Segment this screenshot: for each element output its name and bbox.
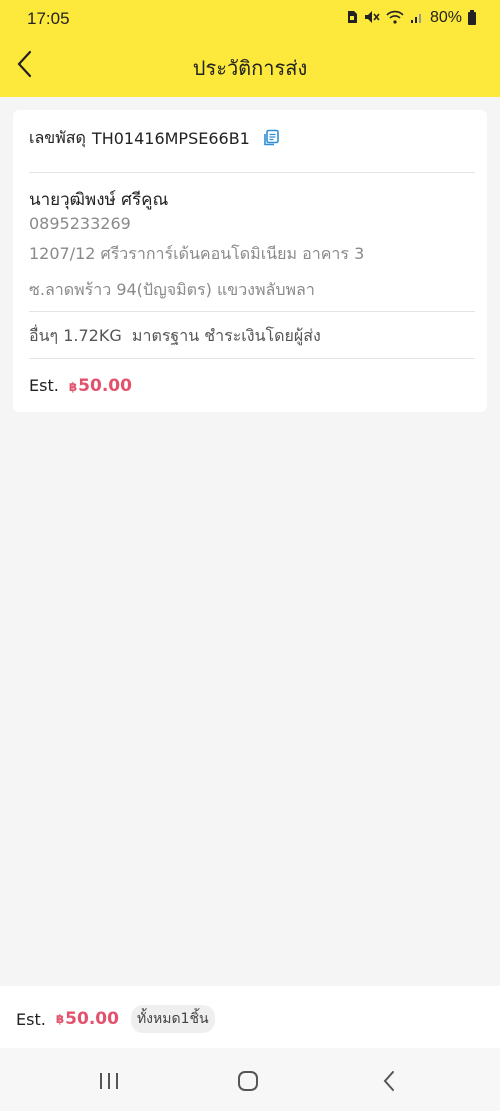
tracking-row: เลขพัสดุ TH01416MPSE66B1 xyxy=(29,125,471,151)
system-back-button[interactable] xyxy=(374,1066,404,1096)
recent-apps-icon xyxy=(100,1073,118,1089)
home-icon xyxy=(238,1071,258,1091)
address-line-2: ซ.ลาดพร้าว 94(ปัญจมิตร) แขวงพลับพลา xyxy=(29,280,315,299)
signal-icon xyxy=(410,10,424,27)
status-time: 17:05 xyxy=(27,9,70,28)
page-header: ประวัติการส่ง xyxy=(0,36,500,97)
recent-apps-button[interactable] xyxy=(94,1066,124,1096)
currency-symbol: ฿ xyxy=(68,380,78,394)
status-bar: 17:05 80% xyxy=(0,0,500,36)
item-count-badge: ทั้งหมด1ชิ้น xyxy=(130,1005,215,1033)
wifi-icon xyxy=(386,10,404,27)
battery-percent: 80% xyxy=(429,9,462,26)
address-line-1: 1207/12 ศรีวราการ์เด้นคอนโดมิเนียม อาคาร… xyxy=(29,244,365,263)
back-icon xyxy=(383,1071,394,1091)
estimate-amount: 50.00 xyxy=(78,376,132,396)
summary-amount: 50.00 xyxy=(65,1009,119,1029)
recipient-name: นายวุฒิพงษ์ ศรีคูณ xyxy=(29,190,169,210)
divider xyxy=(29,172,475,173)
mute-icon xyxy=(364,10,380,27)
header-bar: 17:05 80% ประวัติการส่ง xyxy=(0,0,500,97)
tracking-label: เลขพัสดุ xyxy=(29,127,86,147)
shipment-card[interactable]: เลขพัสดุ TH01416MPSE66B1 นายวุฒิพงษ์ ศรี… xyxy=(13,110,487,412)
estimate-row: Est. ฿ 50.00 xyxy=(29,376,132,396)
est-label: Est. xyxy=(29,376,59,395)
system-nav-bar xyxy=(0,1048,500,1111)
summary-currency-symbol: ฿ xyxy=(55,1012,65,1026)
sim-icon xyxy=(346,10,358,27)
divider xyxy=(29,311,475,312)
summary-content: Est. ฿ 50.00 ทั้งหมด1ชิ้น xyxy=(16,1005,215,1033)
page-title: ประวัติการส่ง xyxy=(192,56,308,80)
summary-bar: Est. ฿ 50.00 ทั้งหมด1ชิ้น xyxy=(0,986,500,1048)
battery-icon xyxy=(468,9,476,25)
summary-est-label: Est. xyxy=(16,1009,46,1029)
status-icons: 80% xyxy=(346,9,476,27)
divider xyxy=(29,358,475,359)
shipment-details: อื่นๆ 1.72KG มาตรฐาน ชำระเงินโดยผู้ส่ง xyxy=(29,326,321,345)
home-button[interactable] xyxy=(233,1066,263,1096)
tracking-number: TH01416MPSE66B1 xyxy=(91,128,250,148)
recipient-phone: 0895233269 xyxy=(29,214,131,233)
copy-icon[interactable] xyxy=(262,129,280,147)
